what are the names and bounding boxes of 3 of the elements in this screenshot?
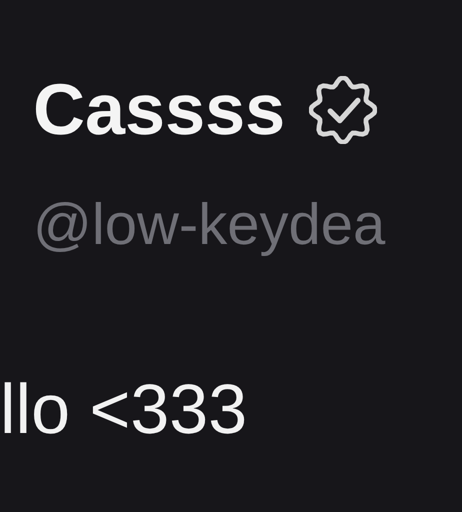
message-text: llo <333 (0, 370, 248, 448)
display-name: Cassss (33, 70, 286, 150)
user-handle: @low-keydea (33, 192, 386, 258)
